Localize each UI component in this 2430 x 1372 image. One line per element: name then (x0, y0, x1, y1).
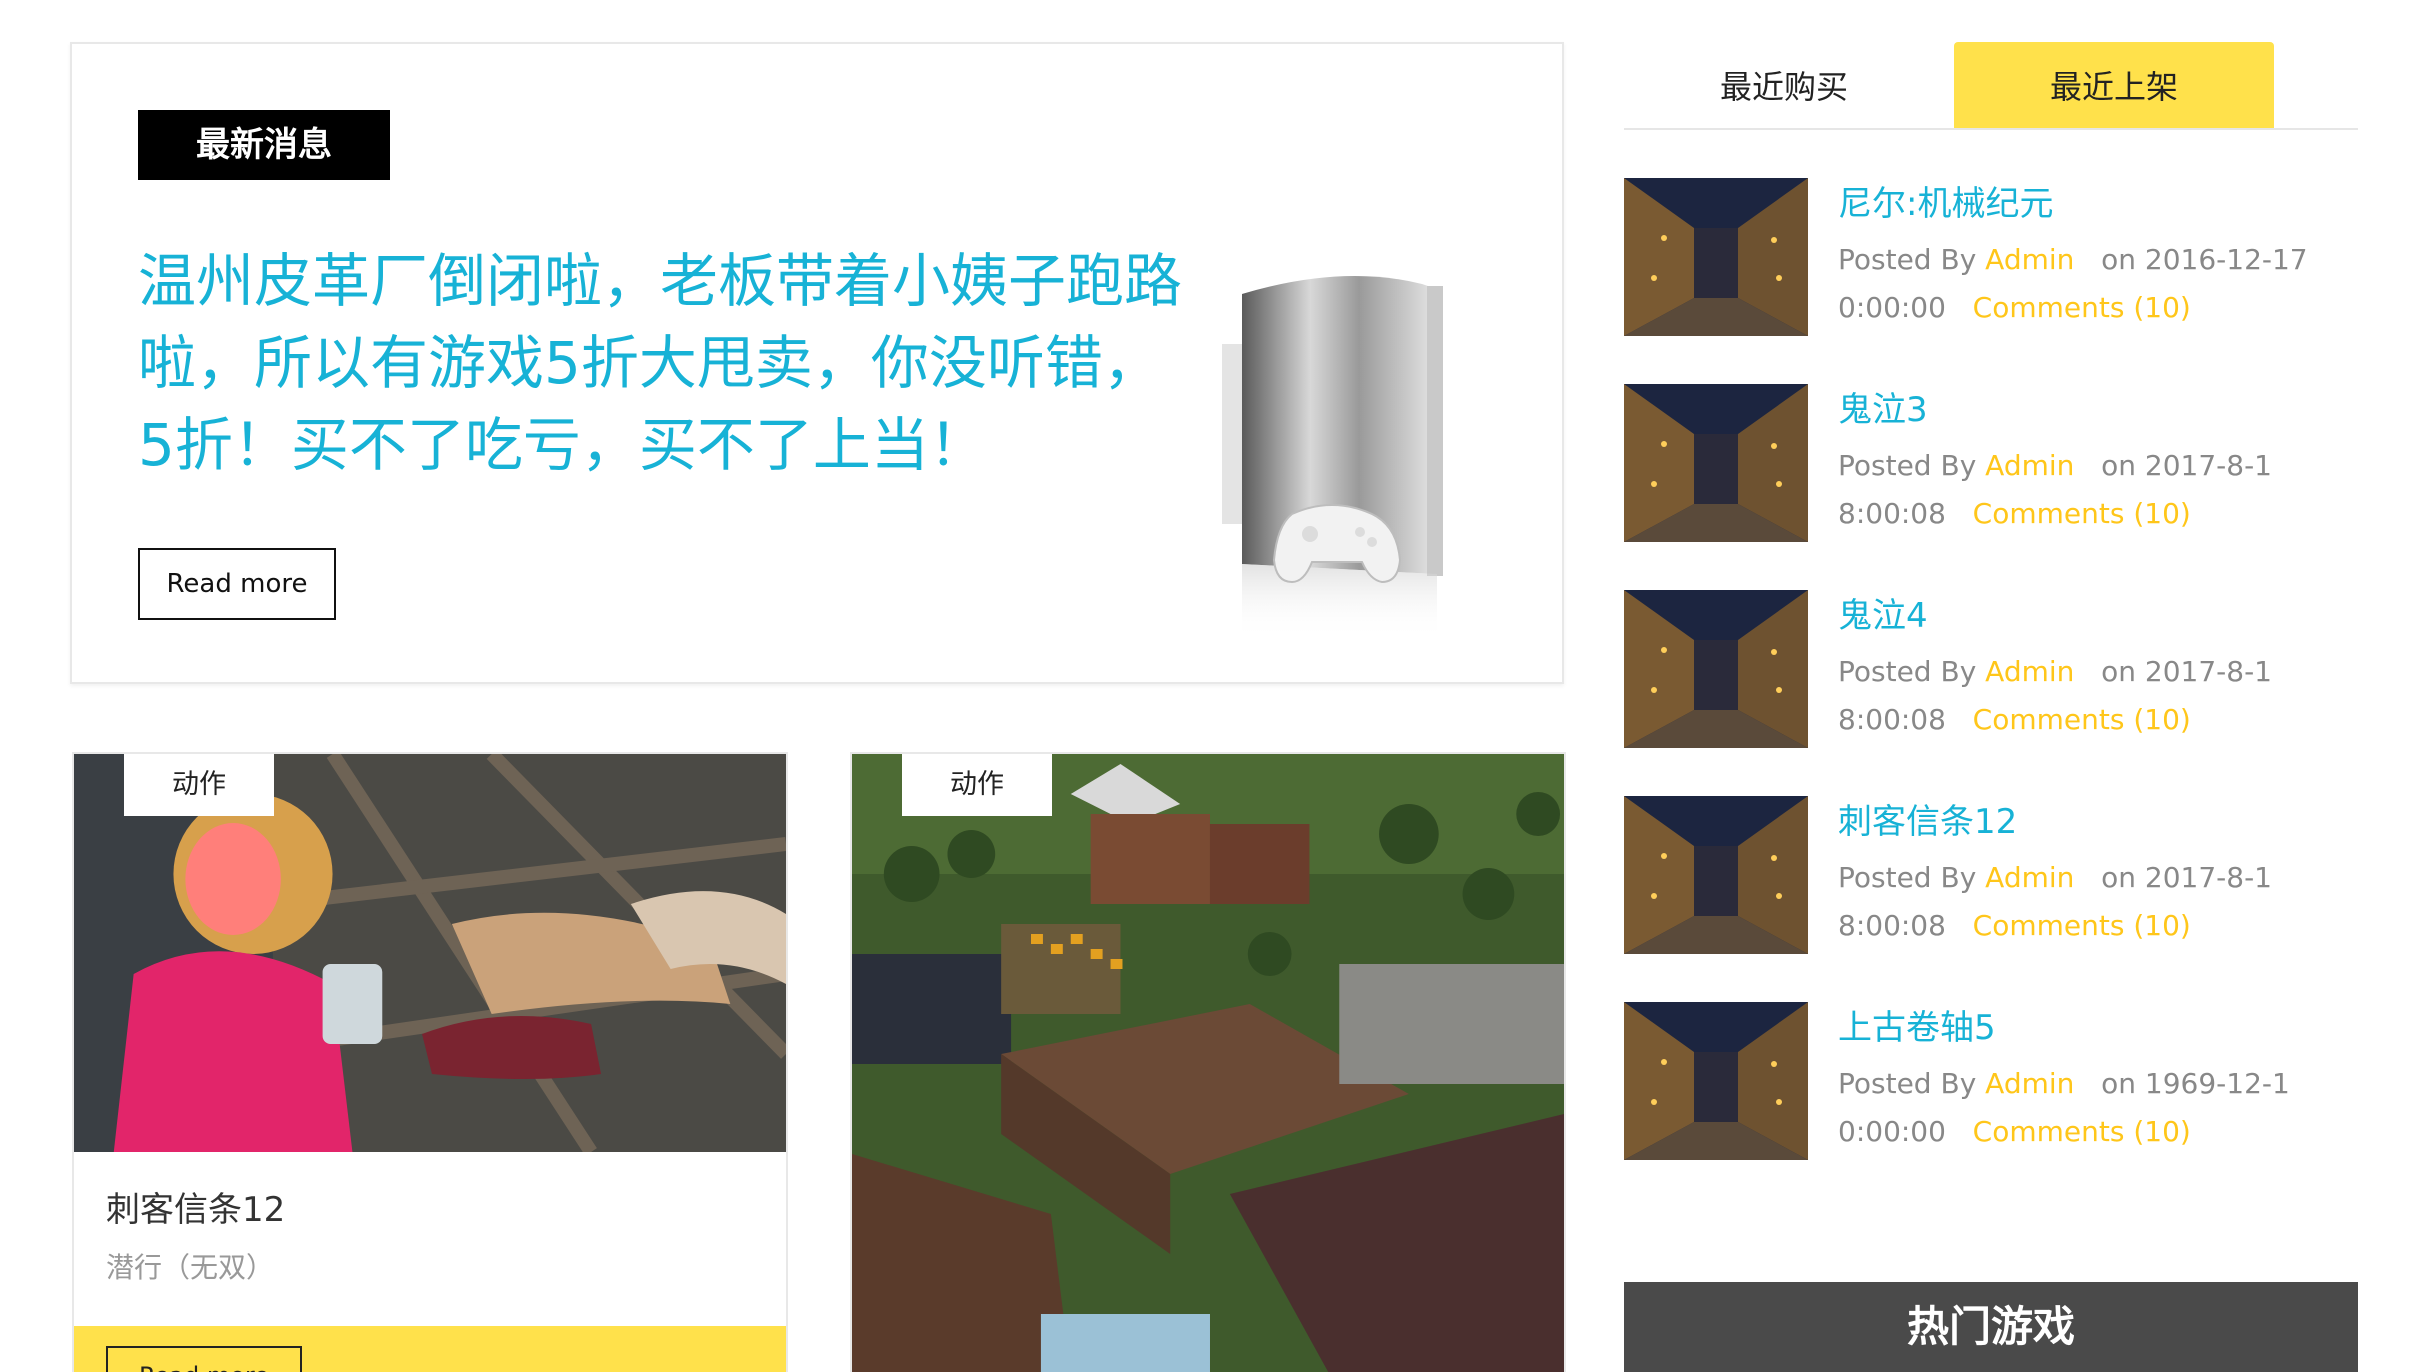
tab-recently-listed[interactable]: 最近上架 (1954, 42, 2274, 128)
featured-news-card: 最新消息 温州皮革厂倒闭啦，老板带着小姨子跑路啦，所以有游戏5折大甩卖，你没听错… (70, 42, 1564, 684)
list-item[interactable]: 鬼泣3 Posted By Admin on 2017-8-1 8:00:08 … (1624, 382, 2358, 542)
author-link[interactable]: Admin (1985, 1067, 2074, 1100)
comments-link[interactable]: Comments (10) (1973, 497, 2191, 530)
posted-by-label: Posted By (1838, 243, 1977, 276)
game-card-1-tag[interactable]: 动作 (124, 754, 274, 816)
game-thumbnail (1624, 1002, 1808, 1160)
featured-read-more-button[interactable]: Read more (138, 548, 336, 620)
game-card-1[interactable]: 动作 刺客信条12 潜行（无双） Read more (72, 752, 788, 1372)
list-item[interactable]: 鬼泣4 Posted By Admin on 2017-8-1 8:00:08 … (1624, 588, 2358, 748)
post-date: on 1969-12-1 (2101, 1067, 2290, 1100)
game-card-1-footer: Read more (74, 1326, 786, 1372)
post-meta: Posted By Admin on 1969-12-1 0:00:00 Com… (1838, 1060, 2358, 1156)
comments-link[interactable]: Comments (10) (1973, 291, 2191, 324)
post-date: on 2017-8-1 (2101, 449, 2272, 482)
post-meta: Posted By Admin on 2016-12-17 0:00:00 Co… (1838, 236, 2358, 332)
game-title-link[interactable]: 鬼泣4 (1838, 588, 1928, 637)
game-card-1-subtitle: 潜行（无双） (106, 1251, 275, 1284)
posted-by-label: Posted By (1838, 449, 1977, 482)
author-link[interactable]: Admin (1985, 861, 2074, 894)
post-time: 8:00:08 (1838, 497, 1946, 530)
list-item[interactable]: 刺客信条12 Posted By Admin on 2017-8-1 8:00:… (1624, 794, 2358, 954)
game-card-1-read-more-button[interactable]: Read more (106, 1346, 302, 1372)
post-time: 8:00:08 (1838, 909, 1946, 942)
post-date: on 2017-8-1 (2101, 861, 2272, 894)
post-meta: Posted By Admin on 2017-8-1 8:00:08 Comm… (1838, 648, 2358, 744)
tab-recent-purchases[interactable]: 最近购买 (1624, 42, 1944, 128)
post-date: on 2016-12-17 (2101, 243, 2308, 276)
game-thumbnail (1624, 796, 1808, 954)
list-item[interactable]: 上古卷轴5 Posted By Admin on 1969-12-1 0:00:… (1624, 1000, 2358, 1160)
posted-by-label: Posted By (1838, 1067, 1977, 1100)
game-title-link[interactable]: 刺客信条12 (1838, 794, 2017, 843)
game-title-link[interactable]: 上古卷轴5 (1838, 1000, 1996, 1049)
hot-games-header: 热门游戏 (1624, 1282, 2358, 1372)
post-time: 8:00:08 (1838, 703, 1946, 736)
posted-by-label: Posted By (1838, 655, 1977, 688)
game-console-image (1222, 276, 1443, 639)
featured-headline[interactable]: 温州皮革厂倒闭啦，老板带着小姨子跑路啦，所以有游戏5折大甩卖，你没听错，5折！买… (138, 240, 1188, 486)
game-card-2-tag[interactable]: 动作 (902, 754, 1052, 816)
post-meta: Posted By Admin on 2017-8-1 8:00:08 Comm… (1838, 442, 2358, 538)
game-title-link[interactable]: 尼尔:机械纪元 (1838, 176, 2053, 225)
game-thumbnail (1624, 590, 1808, 748)
post-meta: Posted By Admin on 2017-8-1 8:00:08 Comm… (1838, 854, 2358, 950)
post-time: 0:00:00 (1838, 1115, 1946, 1148)
sidebar-tabs: 最近购买 最近上架 (1624, 42, 2358, 130)
author-link[interactable]: Admin (1985, 655, 2074, 688)
game-thumbnail (1624, 178, 1808, 336)
posted-by-label: Posted By (1838, 861, 1977, 894)
game-thumbnail (1624, 384, 1808, 542)
comments-link[interactable]: Comments (10) (1973, 909, 2191, 942)
latest-news-badge: 最新消息 (138, 110, 390, 180)
game-card-2-image (852, 754, 1564, 1372)
comments-link[interactable]: Comments (10) (1973, 1115, 2191, 1148)
list-item[interactable]: 尼尔:机械纪元 Posted By Admin on 2016-12-17 0:… (1624, 176, 2358, 336)
author-link[interactable]: Admin (1985, 243, 2074, 276)
author-link[interactable]: Admin (1985, 449, 2074, 482)
post-date: on 2017-8-1 (2101, 655, 2272, 688)
comments-link[interactable]: Comments (10) (1973, 703, 2191, 736)
game-card-1-title[interactable]: 刺客信条12 (106, 1182, 285, 1231)
post-time: 0:00:00 (1838, 291, 1946, 324)
game-card-2[interactable]: 动作 (850, 752, 1566, 1372)
game-title-link[interactable]: 鬼泣3 (1838, 382, 1928, 431)
